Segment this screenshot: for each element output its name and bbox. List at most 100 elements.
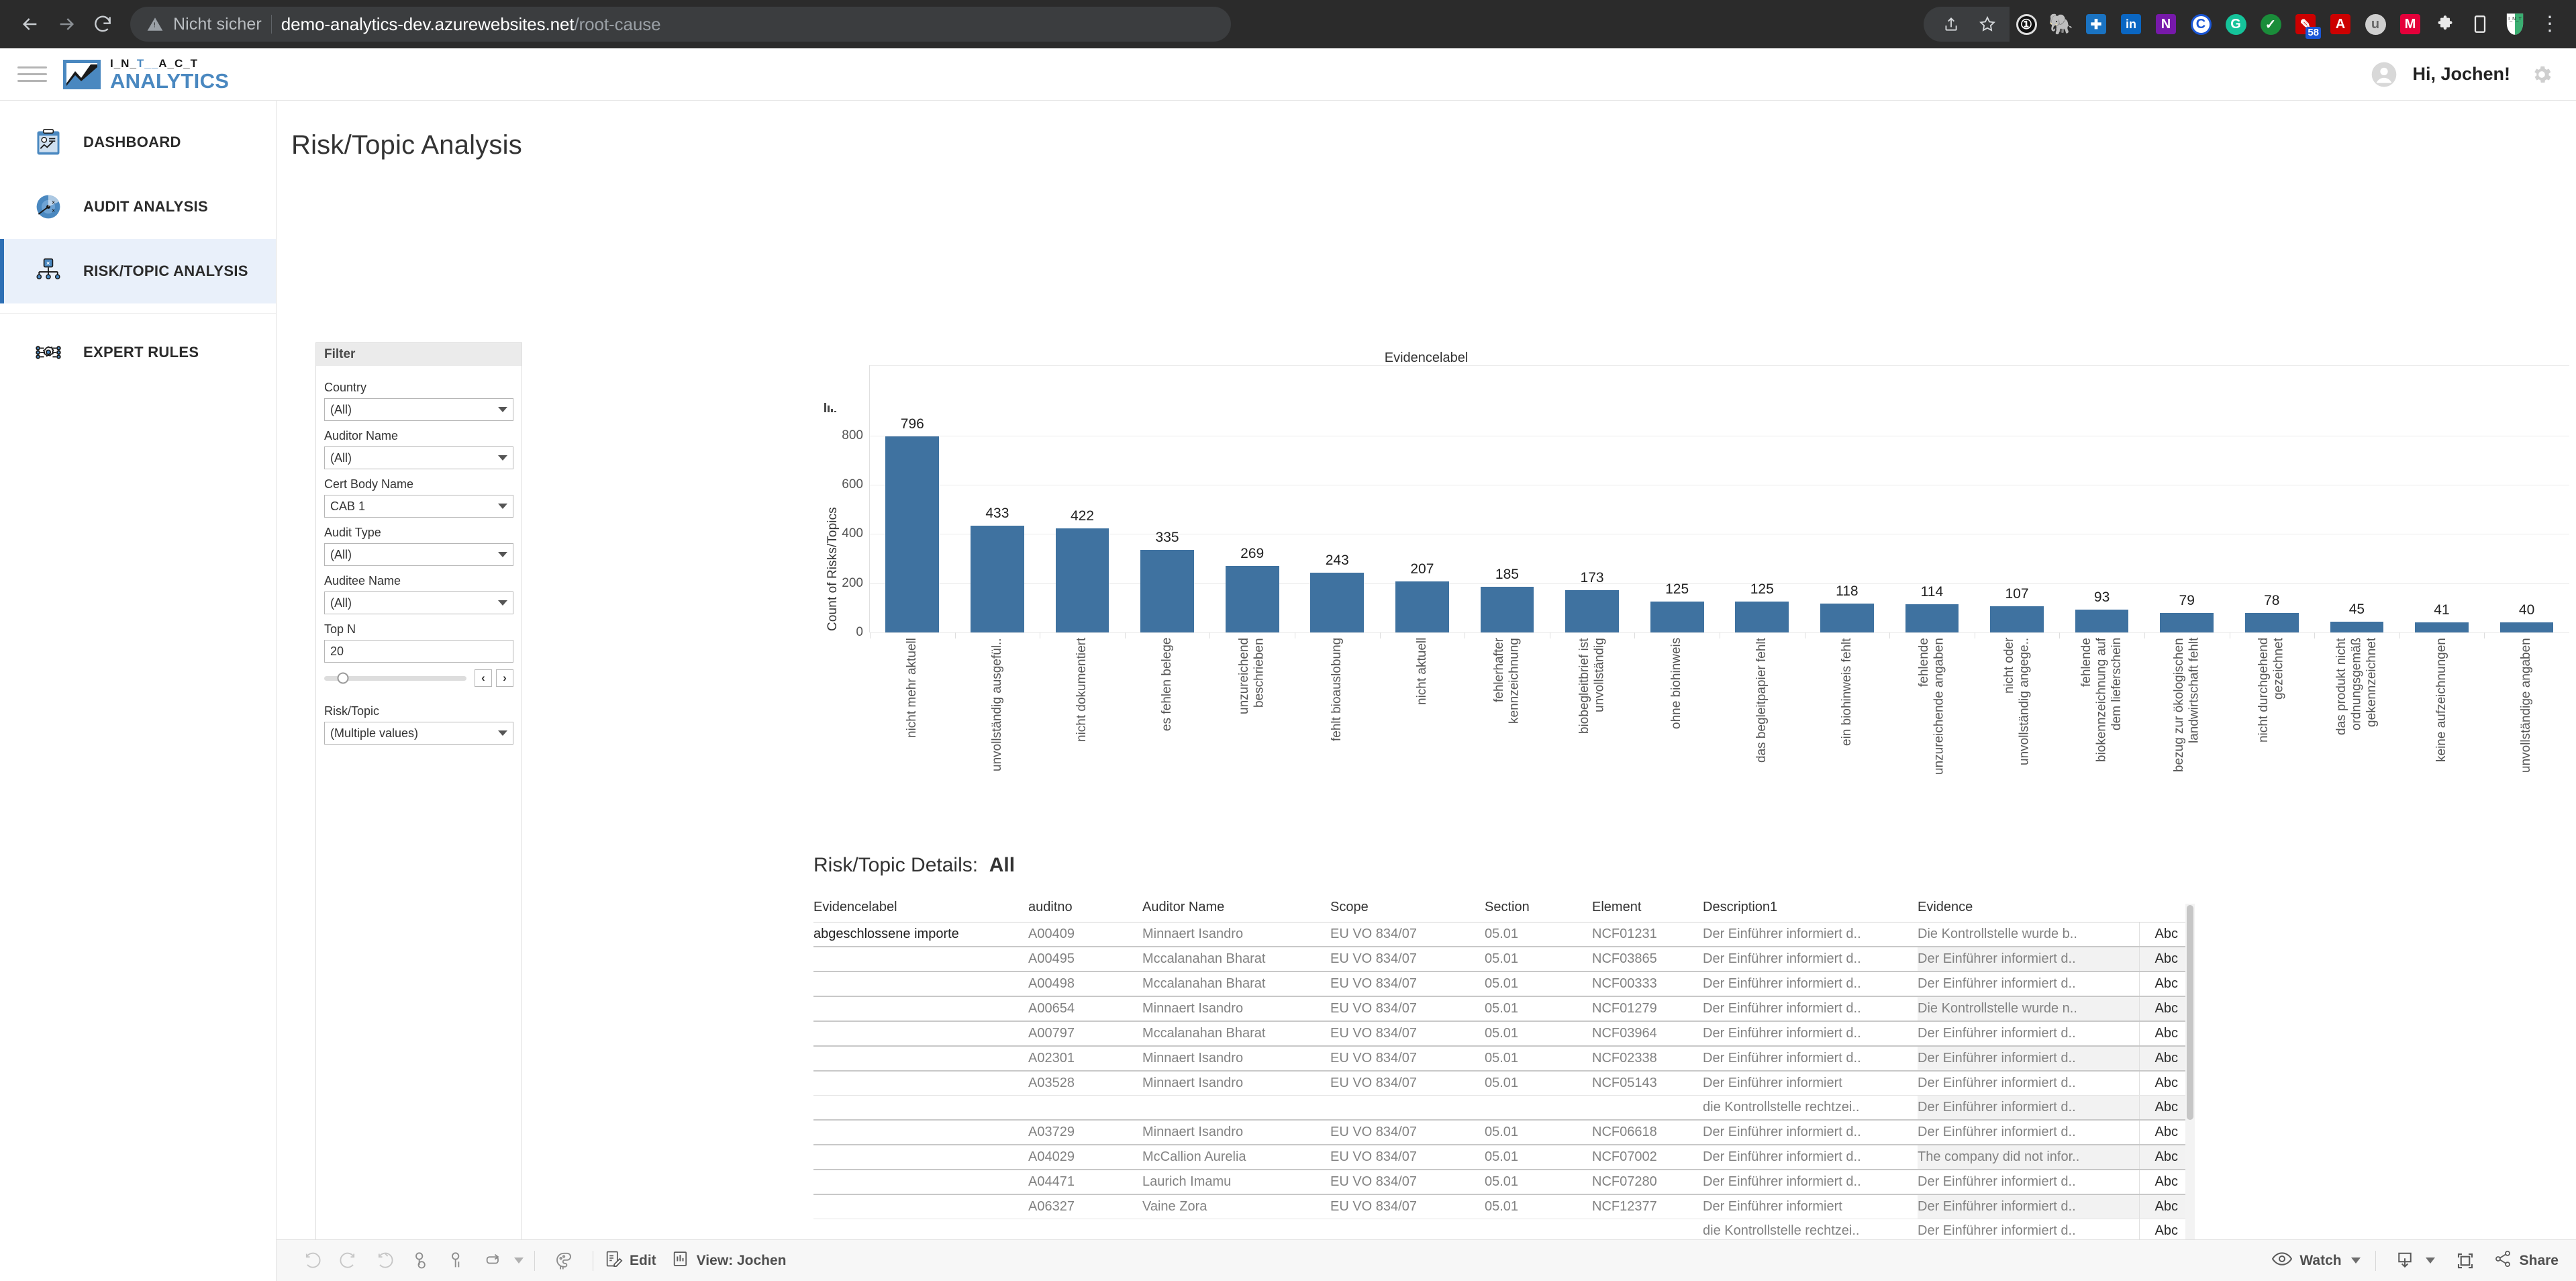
chart-bar[interactable] <box>2075 609 2129 632</box>
table-column-header[interactable] <box>2139 900 2186 922</box>
acrobat-sign-extension-icon[interactable]: ✎ 58 <box>2290 9 2321 40</box>
top-n-next-button[interactable]: › <box>496 669 513 687</box>
chart-bar[interactable] <box>1650 602 1704 632</box>
bookmark-star-icon[interactable] <box>1972 9 2003 40</box>
chart-bar-cell[interactable]: 114 <box>1889 365 1975 632</box>
chart-bar[interactable] <box>885 436 940 632</box>
sidebar-item-risk-topic-analysis[interactable]: × RISK/TOPIC ANALYSIS <box>0 239 276 303</box>
chart-bar[interactable] <box>1310 572 1365 632</box>
chart-bar[interactable] <box>1905 604 1959 632</box>
adobe-acrobat-extension-icon[interactable]: A <box>2325 9 2356 40</box>
sidebar-item-dashboard[interactable]: DASHBOARD <box>0 110 276 175</box>
puzzle-extensions-icon[interactable] <box>2430 9 2461 40</box>
table-column-header[interactable]: Evidence <box>1918 900 2139 922</box>
sidebar-item-expert-rules[interactable]: EXPERT RULES <box>0 320 276 385</box>
chevron-down-icon[interactable] <box>2425 1258 2435 1264</box>
refresh-data-icon[interactable] <box>403 1246 439 1276</box>
table-row[interactable]: A02301 Minnaert Isandro EU VO 834/07 05.01 N… <box>813 1046 2186 1072</box>
table-column-header[interactable]: Evidencelabel <box>813 900 1028 922</box>
chart-bar[interactable] <box>2499 622 2554 632</box>
hamburger-menu-icon[interactable] <box>17 66 47 82</box>
table-column-header[interactable]: Scope <box>1330 900 1485 922</box>
table-row[interactable]: A04029 McCallion Aurelia EU VO 834/07 05.01… <box>813 1145 2186 1170</box>
chart-bar-cell[interactable]: 335 <box>1125 365 1210 632</box>
chart-bar[interactable] <box>1735 602 1789 632</box>
chart-bar[interactable] <box>1055 528 1109 632</box>
mobile-view-icon[interactable] <box>2465 9 2495 40</box>
table-row[interactable]: A00495 Mccalanahan Bharat EU VO 834/07 05.0… <box>813 947 2186 972</box>
table-row[interactable]: die Kontrollstelle rechtzei.. Der Einführ… <box>813 1095 2186 1121</box>
sidebar-item-audit-analysis[interactable]: xx AUDIT ANALYSIS <box>0 175 276 239</box>
forward-arrow-icon[interactable] <box>48 6 85 42</box>
chart-bar-cell[interactable]: 41 <box>2399 365 2485 632</box>
table-row[interactable]: A06327 Vaine Zora EU VO 834/07 05.01 NCF1237… <box>813 1194 2186 1219</box>
table-row[interactable]: A00654 Minnaert Isandro EU VO 834/07 05.01 N… <box>813 996 2186 1022</box>
address-bar[interactable]: Nicht sicher demo-analytics-dev.azureweb… <box>130 7 1231 42</box>
reload-icon[interactable] <box>85 6 121 42</box>
table-row[interactable]: A03528 Minnaert Isandro EU VO 834/07 05.01 N… <box>813 1071 2186 1096</box>
chart-bar[interactable] <box>971 526 1024 632</box>
chart-bar[interactable] <box>1225 566 1279 632</box>
chart-bar[interactable] <box>2330 621 2384 632</box>
chart-bar[interactable] <box>1395 581 1449 632</box>
chart-bar-cell[interactable]: 78 <box>2230 365 2315 632</box>
chart-bar-cell[interactable]: 185 <box>1465 365 1550 632</box>
table-row[interactable]: A00797 Mccalanahan Bharat EU VO 834/07 05.0… <box>813 1021 2186 1047</box>
table-column-header[interactable]: Auditor Name <box>1142 900 1330 922</box>
chart-bar-cell[interactable]: 107 <box>1975 365 2060 632</box>
linkedin-extension-icon[interactable]: in <box>2116 9 2146 40</box>
table-column-header[interactable]: Description1 <box>1703 900 1918 922</box>
chevron-down-icon[interactable] <box>2350 1258 2361 1264</box>
filter-select-country[interactable]: (All) <box>324 398 513 421</box>
details-table-container[interactable]: Evidencelabel auditno Auditor Name Scope Sec… <box>813 900 2196 1281</box>
filter-select-auditee-name[interactable]: (All) <box>324 591 513 614</box>
back-arrow-icon[interactable] <box>12 6 48 42</box>
chart-bar-cell[interactable]: 796 <box>870 365 955 632</box>
top-n-slider[interactable] <box>324 672 466 684</box>
chart-bar-cell[interactable]: 45 <box>2314 365 2399 632</box>
table-column-header[interactable]: Section <box>1485 900 1592 922</box>
chart-bar-cell[interactable]: 243 <box>1295 365 1380 632</box>
chart-bar-cell[interactable]: 433 <box>955 365 1040 632</box>
chart-bar-cell[interactable]: 422 <box>1040 365 1125 632</box>
chart-bar[interactable] <box>1480 587 1534 632</box>
present-mode-icon[interactable] <box>475 1246 511 1276</box>
share-button[interactable]: Share <box>2493 1249 2559 1272</box>
undo-icon[interactable] <box>294 1246 330 1276</box>
chart-bar[interactable] <box>1990 606 2044 632</box>
chart-bar-cell[interactable]: 118 <box>1805 365 1890 632</box>
pause-auto-update-icon[interactable] <box>439 1246 475 1276</box>
filter-select-risk-topic[interactable]: (Multiple values) <box>324 722 513 745</box>
chart-bar-cell[interactable]: 125 <box>1720 365 1805 632</box>
edit-button[interactable]: Edit <box>604 1249 656 1272</box>
user-avatar-icon[interactable] <box>2371 61 2397 88</box>
onenote-extension-icon[interactable]: N <box>2150 9 2181 40</box>
chevron-down-icon[interactable] <box>514 1258 524 1264</box>
table-row[interactable]: A00498 Mccalanahan Bharat EU VO 834/07 05.0… <box>813 971 2186 997</box>
dashboard-palette-icon[interactable] <box>546 1246 582 1276</box>
fullscreen-icon[interactable] <box>2447 1246 2483 1276</box>
top-n-slider-handle[interactable] <box>337 672 349 684</box>
chart-bar-cell[interactable]: 173 <box>1550 365 1635 632</box>
onepassword-extension-icon[interactable]: ① <box>2011 9 2042 40</box>
table-row[interactable]: A04471 Laurich Imamu EU VO 834/07 05.01 NCF0… <box>813 1170 2186 1195</box>
chrome-extension-icon[interactable]: C <box>2185 9 2216 40</box>
filter-select-audit-type[interactable]: (All) <box>324 543 513 566</box>
chart-bar[interactable] <box>2415 622 2469 632</box>
redo-icon[interactable] <box>330 1246 366 1276</box>
grammarly-extension-icon[interactable]: G <box>2220 9 2251 40</box>
evernote-extension-icon[interactable]: 🐘 <box>2046 9 2077 40</box>
lastpass-extension-icon[interactable]: u <box>2360 9 2391 40</box>
table-vertical-scrollbar[interactable] <box>2185 904 2195 1281</box>
profile-avatar-icon[interactable]: I_N_T <box>2499 9 2530 40</box>
chart-bar[interactable] <box>2244 613 2299 632</box>
filter-input-top-n[interactable]: 20 <box>324 640 513 663</box>
checkmark-extension-icon[interactable]: ✓ <box>2255 9 2286 40</box>
chart-bar[interactable] <box>2160 613 2214 632</box>
chart-bar-cell[interactable]: 207 <box>1380 365 1465 632</box>
download-icon[interactable] <box>2387 1246 2423 1276</box>
chart-bar-cell[interactable]: 79 <box>2144 365 2230 632</box>
chart-bar-cell[interactable]: 269 <box>1209 365 1295 632</box>
chart-bar-cell[interactable]: 93 <box>2059 365 2144 632</box>
chart-bar[interactable] <box>1565 589 1619 632</box>
